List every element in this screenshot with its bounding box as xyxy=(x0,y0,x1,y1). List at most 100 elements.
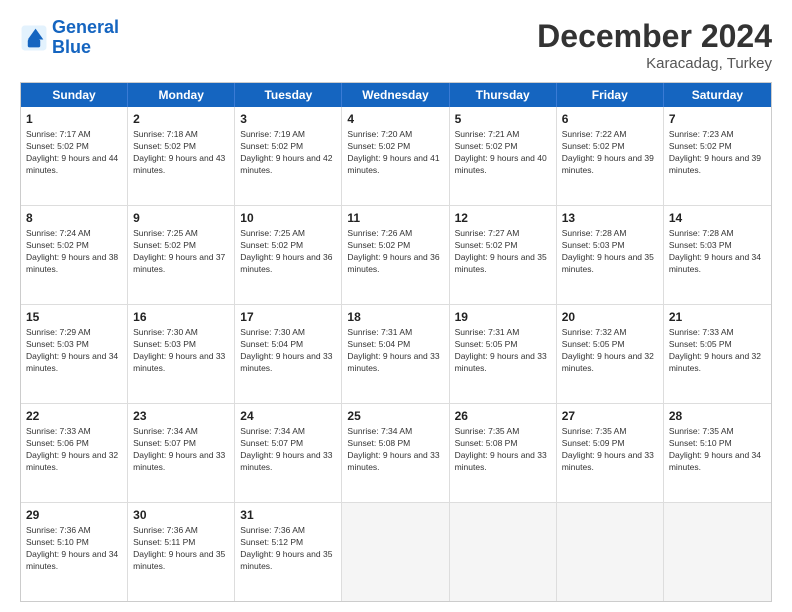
day-number: 25 xyxy=(347,408,443,424)
day-number: 2 xyxy=(133,111,229,127)
calendar-cell-31: 31 Sunrise: 7:36 AMSunset: 5:12 PMDayligh… xyxy=(235,503,342,601)
day-number: 18 xyxy=(347,309,443,325)
cell-info: Sunrise: 7:34 AMSunset: 5:07 PMDaylight:… xyxy=(240,426,336,474)
cell-info: Sunrise: 7:29 AMSunset: 5:03 PMDaylight:… xyxy=(26,327,122,375)
calendar-cell-30: 30 Sunrise: 7:36 AMSunset: 5:11 PMDayligh… xyxy=(128,503,235,601)
calendar-row-1: 1 Sunrise: 7:17 AMSunset: 5:02 PMDaylight… xyxy=(21,107,771,206)
weekday-header-wednesday: Wednesday xyxy=(342,83,449,107)
title-block: December 2024 Karacadag, Turkey xyxy=(537,18,772,72)
cell-info: Sunrise: 7:35 AMSunset: 5:09 PMDaylight:… xyxy=(562,426,658,474)
cell-info: Sunrise: 7:36 AMSunset: 5:11 PMDaylight:… xyxy=(133,525,229,573)
cell-info: Sunrise: 7:32 AMSunset: 5:05 PMDaylight:… xyxy=(562,327,658,375)
calendar-row-2: 8Sunrise: 7:24 AMSunset: 5:02 PMDaylight… xyxy=(21,206,771,305)
calendar-cell-12: 12 Sunrise: 7:27 AMSunset: 5:02 PMDayligh… xyxy=(450,206,557,304)
calendar-cell-empty xyxy=(450,503,557,601)
cell-info: Sunrise: 7:19 AMSunset: 5:02 PMDaylight:… xyxy=(240,129,336,177)
day-number: 13 xyxy=(562,210,658,226)
cell-info: Sunrise: 7:31 AMSunset: 5:04 PMDaylight:… xyxy=(347,327,443,375)
logo-icon xyxy=(20,24,48,52)
calendar-cell-11: 11 Sunrise: 7:26 AMSunset: 5:02 PMDayligh… xyxy=(342,206,449,304)
weekday-header-saturday: Saturday xyxy=(664,83,771,107)
day-number: 21 xyxy=(669,309,766,325)
calendar-row-5: 29 Sunrise: 7:36 AMSunset: 5:10 PMDayligh… xyxy=(21,503,771,601)
day-number: 19 xyxy=(455,309,551,325)
calendar-cell-8: 8Sunrise: 7:24 AMSunset: 5:02 PMDaylight… xyxy=(21,206,128,304)
day-number: 9 xyxy=(133,210,229,226)
day-number: 6 xyxy=(562,111,658,127)
weekday-header-thursday: Thursday xyxy=(450,83,557,107)
logo: General Blue xyxy=(20,18,119,58)
calendar-cell-29: 29 Sunrise: 7:36 AMSunset: 5:10 PMDayligh… xyxy=(21,503,128,601)
day-number: 14 xyxy=(669,210,766,226)
calendar-cell-empty xyxy=(342,503,449,601)
cell-info: Sunrise: 7:30 AMSunset: 5:03 PMDaylight:… xyxy=(133,327,229,375)
calendar-cell-6: 6 Sunrise: 7:22 AMSunset: 5:02 PMDaylight… xyxy=(557,107,664,205)
cell-info: Sunrise: 7:34 AMSunset: 5:08 PMDaylight:… xyxy=(347,426,443,474)
cell-info: Sunrise: 7:27 AMSunset: 5:02 PMDaylight:… xyxy=(455,228,551,276)
day-number: 1 xyxy=(26,111,122,127)
day-number: 17 xyxy=(240,309,336,325)
calendar-cell-23: 23 Sunrise: 7:34 AMSunset: 5:07 PMDayligh… xyxy=(128,404,235,502)
day-number: 7 xyxy=(669,111,766,127)
logo-text: General Blue xyxy=(52,18,119,58)
calendar: SundayMondayTuesdayWednesdayThursdayFrid… xyxy=(20,82,772,602)
day-number: 10 xyxy=(240,210,336,226)
cell-info: Sunrise: 7:26 AMSunset: 5:02 PMDaylight:… xyxy=(347,228,443,276)
day-number: 29 xyxy=(26,507,122,523)
calendar-cell-21: 21Sunrise: 7:33 AMSunset: 5:05 PMDayligh… xyxy=(664,305,771,403)
day-number: 12 xyxy=(455,210,551,226)
month-title: December 2024 xyxy=(537,18,772,55)
logo-line2: Blue xyxy=(52,37,91,57)
day-number: 27 xyxy=(562,408,658,424)
day-number: 28 xyxy=(669,408,766,424)
day-number: 23 xyxy=(133,408,229,424)
calendar-cell-5: 5Sunrise: 7:21 AMSunset: 5:02 PMDaylight… xyxy=(450,107,557,205)
day-number: 30 xyxy=(133,507,229,523)
cell-info: Sunrise: 7:21 AMSunset: 5:02 PMDaylight:… xyxy=(455,129,551,177)
cell-info: Sunrise: 7:31 AMSunset: 5:05 PMDaylight:… xyxy=(455,327,551,375)
calendar-row-3: 15 Sunrise: 7:29 AMSunset: 5:03 PMDayligh… xyxy=(21,305,771,404)
day-number: 16 xyxy=(133,309,229,325)
calendar-cell-13: 13 Sunrise: 7:28 AMSunset: 5:03 PMDayligh… xyxy=(557,206,664,304)
cell-info: Sunrise: 7:35 AMSunset: 5:10 PMDaylight:… xyxy=(669,426,766,474)
cell-info: Sunrise: 7:36 AMSunset: 5:12 PMDaylight:… xyxy=(240,525,336,573)
weekday-header-tuesday: Tuesday xyxy=(235,83,342,107)
cell-info: Sunrise: 7:34 AMSunset: 5:07 PMDaylight:… xyxy=(133,426,229,474)
calendar-cell-20: 20 Sunrise: 7:32 AMSunset: 5:05 PMDayligh… xyxy=(557,305,664,403)
cell-info: Sunrise: 7:28 AMSunset: 5:03 PMDaylight:… xyxy=(562,228,658,276)
cell-info: Sunrise: 7:36 AMSunset: 5:10 PMDaylight:… xyxy=(26,525,122,573)
day-number: 8 xyxy=(26,210,122,226)
calendar-cell-empty xyxy=(664,503,771,601)
day-number: 15 xyxy=(26,309,122,325)
cell-info: Sunrise: 7:17 AMSunset: 5:02 PMDaylight:… xyxy=(26,129,122,177)
calendar-row-4: 22Sunrise: 7:33 AMSunset: 5:06 PMDayligh… xyxy=(21,404,771,503)
calendar-cell-28: 28 Sunrise: 7:35 AMSunset: 5:10 PMDayligh… xyxy=(664,404,771,502)
cell-info: Sunrise: 7:23 AMSunset: 5:02 PMDaylight:… xyxy=(669,129,766,177)
calendar-cell-10: 10 Sunrise: 7:25 AMSunset: 5:02 PMDayligh… xyxy=(235,206,342,304)
cell-info: Sunrise: 7:18 AMSunset: 5:02 PMDaylight:… xyxy=(133,129,229,177)
page: General Blue December 2024 Karacadag, Tu… xyxy=(0,0,792,612)
cell-info: Sunrise: 7:35 AMSunset: 5:08 PMDaylight:… xyxy=(455,426,551,474)
cell-info: Sunrise: 7:30 AMSunset: 5:04 PMDaylight:… xyxy=(240,327,336,375)
day-number: 3 xyxy=(240,111,336,127)
cell-info: Sunrise: 7:20 AMSunset: 5:02 PMDaylight:… xyxy=(347,129,443,177)
calendar-cell-16: 16 Sunrise: 7:30 AMSunset: 5:03 PMDayligh… xyxy=(128,305,235,403)
calendar-cell-2: 2 Sunrise: 7:18 AMSunset: 5:02 PMDaylight… xyxy=(128,107,235,205)
day-number: 31 xyxy=(240,507,336,523)
calendar-cell-empty xyxy=(557,503,664,601)
day-number: 11 xyxy=(347,210,443,226)
calendar-cell-22: 22Sunrise: 7:33 AMSunset: 5:06 PMDayligh… xyxy=(21,404,128,502)
cell-info: Sunrise: 7:22 AMSunset: 5:02 PMDaylight:… xyxy=(562,129,658,177)
calendar-cell-3: 3 Sunrise: 7:19 AMSunset: 5:02 PMDaylight… xyxy=(235,107,342,205)
calendar-cell-15: 15 Sunrise: 7:29 AMSunset: 5:03 PMDayligh… xyxy=(21,305,128,403)
cell-info: Sunrise: 7:25 AMSunset: 5:02 PMDaylight:… xyxy=(133,228,229,276)
cell-info: Sunrise: 7:25 AMSunset: 5:02 PMDaylight:… xyxy=(240,228,336,276)
calendar-cell-19: 19 Sunrise: 7:31 AMSunset: 5:05 PMDayligh… xyxy=(450,305,557,403)
weekday-header-sunday: Sunday xyxy=(21,83,128,107)
day-number: 20 xyxy=(562,309,658,325)
day-number: 24 xyxy=(240,408,336,424)
calendar-cell-25: 25 Sunrise: 7:34 AMSunset: 5:08 PMDayligh… xyxy=(342,404,449,502)
calendar-cell-7: 7 Sunrise: 7:23 AMSunset: 5:02 PMDaylight… xyxy=(664,107,771,205)
calendar-header: SundayMondayTuesdayWednesdayThursdayFrid… xyxy=(21,83,771,107)
calendar-cell-26: 26Sunrise: 7:35 AMSunset: 5:08 PMDayligh… xyxy=(450,404,557,502)
